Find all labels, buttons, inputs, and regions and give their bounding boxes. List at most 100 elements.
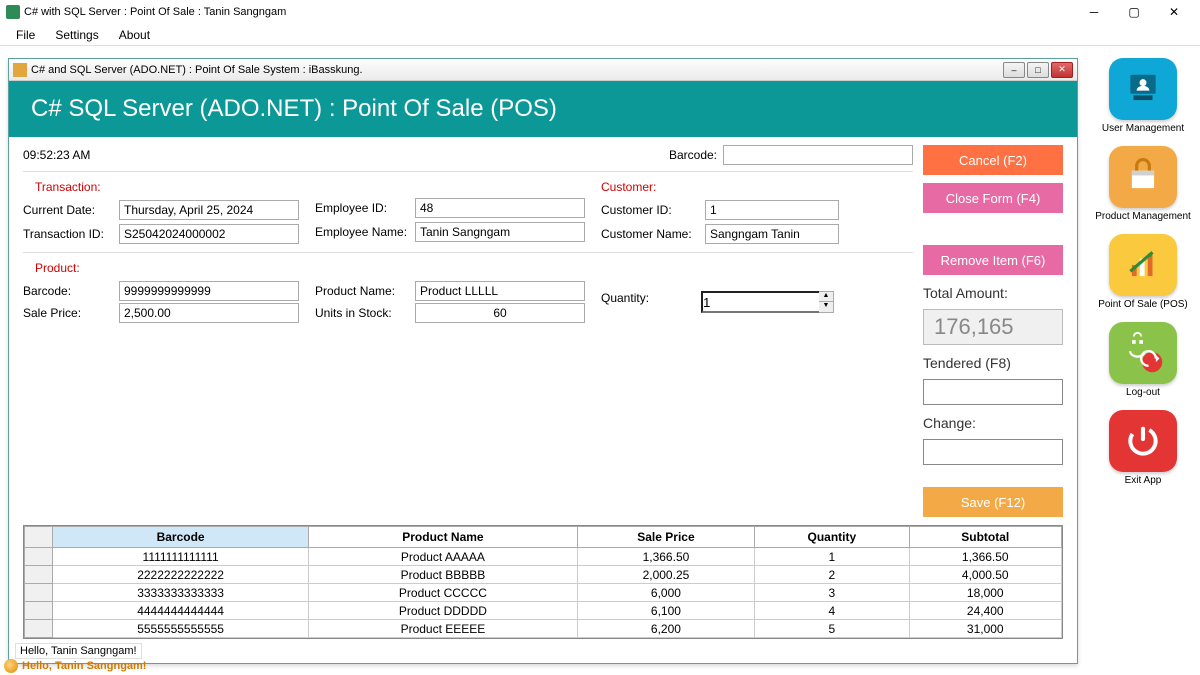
cell-qty[interactable]: 2: [755, 566, 909, 584]
units-input[interactable]: [415, 303, 585, 323]
sale-price-input[interactable]: [119, 303, 299, 323]
employee-name-input[interactable]: [415, 222, 585, 242]
row-header[interactable]: [25, 584, 53, 602]
tendered-label: Tendered (F8): [923, 355, 1063, 371]
sidebar-item-user-management[interactable]: User Management: [1102, 58, 1184, 134]
exit-icon: [1109, 410, 1177, 472]
cell-name[interactable]: Product FFFFF: [309, 638, 577, 640]
cell-subtotal[interactable]: 25,398: [909, 638, 1062, 640]
remove-item-button[interactable]: Remove Item (F6): [923, 245, 1063, 275]
cell-barcode[interactable]: 2222222222222: [53, 566, 309, 584]
sidebar-item-product-management[interactable]: Product Management: [1095, 146, 1191, 222]
change-output: [923, 439, 1063, 465]
status-icon: [4, 659, 18, 673]
col-sale-price[interactable]: Sale Price: [577, 527, 755, 548]
sidebar-label: Product Management: [1095, 211, 1191, 222]
sidebar-item-pos[interactable]: Point Of Sale (POS): [1098, 234, 1187, 310]
table-row[interactable]: 6666666666666Product FFFFF4,233625,398: [25, 638, 1062, 640]
cell-name[interactable]: Product CCCCC: [309, 584, 577, 602]
header-banner: C# SQL Server (ADO.NET) : Point Of Sale …: [9, 81, 1077, 137]
table-row[interactable]: 1111111111111Product AAAAA1,366.5011,366…: [25, 548, 1062, 566]
outer-status-bar: Hello, Tanin Sangngam!: [4, 659, 146, 673]
cell-price[interactable]: 1,366.50: [577, 548, 755, 566]
current-date-input[interactable]: [119, 200, 299, 220]
close-form-button[interactable]: Close Form (F4): [923, 183, 1063, 213]
spin-up-icon[interactable]: ▲: [819, 292, 833, 302]
row-header-corner[interactable]: [25, 527, 53, 548]
table-row[interactable]: 3333333333333Product CCCCC6,000318,000: [25, 584, 1062, 602]
table-row[interactable]: 5555555555555Product EEEEE6,200531,000: [25, 620, 1062, 638]
col-quantity[interactable]: Quantity: [755, 527, 909, 548]
cell-subtotal[interactable]: 18,000: [909, 584, 1062, 602]
cell-subtotal[interactable]: 24,400: [909, 602, 1062, 620]
cell-subtotal[interactable]: 4,000.50: [909, 566, 1062, 584]
cancel-button[interactable]: Cancel (F2): [923, 145, 1063, 175]
customer-id-input[interactable]: [705, 200, 839, 220]
cell-qty[interactable]: 3: [755, 584, 909, 602]
sidebar-label: User Management: [1102, 123, 1184, 134]
col-subtotal[interactable]: Subtotal: [909, 527, 1062, 548]
maximize-button[interactable]: ▢: [1114, 0, 1154, 24]
close-button[interactable]: ✕: [1154, 0, 1194, 24]
cell-price[interactable]: 6,100: [577, 602, 755, 620]
cell-name[interactable]: Product BBBBB: [309, 566, 577, 584]
cell-price[interactable]: 4,233: [577, 638, 755, 640]
sidebar: User Management Product Management Point…: [1092, 58, 1194, 486]
barcode-input[interactable]: [119, 281, 299, 301]
quantity-stepper[interactable]: ▲▼: [819, 291, 834, 313]
cell-price[interactable]: 6,200: [577, 620, 755, 638]
cell-qty[interactable]: 1: [755, 548, 909, 566]
row-header[interactable]: [25, 620, 53, 638]
sidebar-item-logout[interactable]: Log-out: [1109, 322, 1177, 398]
row-header[interactable]: [25, 548, 53, 566]
total-amount-value: 176,165: [923, 309, 1063, 345]
section-customer: Customer:: [601, 180, 839, 194]
mdi-icon: [13, 63, 27, 77]
cell-price[interactable]: 6,000: [577, 584, 755, 602]
cell-barcode[interactable]: 6666666666666: [53, 638, 309, 640]
menu-settings[interactable]: Settings: [45, 26, 108, 44]
barcode-search-input[interactable]: [723, 145, 913, 165]
mdi-close-button[interactable]: ✕: [1051, 62, 1073, 78]
row-header[interactable]: [25, 566, 53, 584]
transaction-id-input[interactable]: [119, 224, 299, 244]
col-barcode[interactable]: Barcode: [53, 527, 309, 548]
sidebar-item-exit[interactable]: Exit App: [1109, 410, 1177, 486]
cell-qty[interactable]: 4: [755, 602, 909, 620]
cell-name[interactable]: Product EEEEE: [309, 620, 577, 638]
cell-subtotal[interactable]: 1,366.50: [909, 548, 1062, 566]
cell-barcode[interactable]: 4444444444444: [53, 602, 309, 620]
change-label: Change:: [923, 415, 1063, 431]
mdi-titlebar[interactable]: C# and SQL Server (ADO.NET) : Point Of S…: [9, 59, 1077, 81]
save-button[interactable]: Save (F12): [923, 487, 1063, 517]
customer-name-input[interactable]: [705, 224, 839, 244]
mdi-minimize-button[interactable]: –: [1003, 62, 1025, 78]
spin-down-icon[interactable]: ▼: [819, 302, 833, 312]
row-header[interactable]: [25, 602, 53, 620]
menu-file[interactable]: File: [6, 26, 45, 44]
table-row[interactable]: 4444444444444Product DDDDD6,100424,400: [25, 602, 1062, 620]
menu-about[interactable]: About: [109, 26, 160, 44]
row-header[interactable]: [25, 638, 53, 640]
cell-qty[interactable]: 5: [755, 620, 909, 638]
product-name-input[interactable]: [415, 281, 585, 301]
product-management-icon: [1109, 146, 1177, 208]
col-product-name[interactable]: Product Name: [309, 527, 577, 548]
cell-name[interactable]: Product DDDDD: [309, 602, 577, 620]
sale-items-grid[interactable]: Barcode Product Name Sale Price Quantity…: [23, 525, 1063, 639]
employee-id-input[interactable]: [415, 198, 585, 218]
cell-barcode[interactable]: 5555555555555: [53, 620, 309, 638]
quantity-input[interactable]: [701, 291, 819, 313]
cell-price[interactable]: 2,000.25: [577, 566, 755, 584]
pos-icon: [1109, 234, 1177, 296]
cell-name[interactable]: Product AAAAA: [309, 548, 577, 566]
barcode-label: Barcode:: [23, 284, 119, 298]
cell-barcode[interactable]: 1111111111111: [53, 548, 309, 566]
tendered-input[interactable]: [923, 379, 1063, 405]
minimize-button[interactable]: ─: [1074, 0, 1114, 24]
table-row[interactable]: 2222222222222Product BBBBB2,000.2524,000…: [25, 566, 1062, 584]
cell-subtotal[interactable]: 31,000: [909, 620, 1062, 638]
cell-qty[interactable]: 6: [755, 638, 909, 640]
cell-barcode[interactable]: 3333333333333: [53, 584, 309, 602]
mdi-maximize-button[interactable]: □: [1027, 62, 1049, 78]
